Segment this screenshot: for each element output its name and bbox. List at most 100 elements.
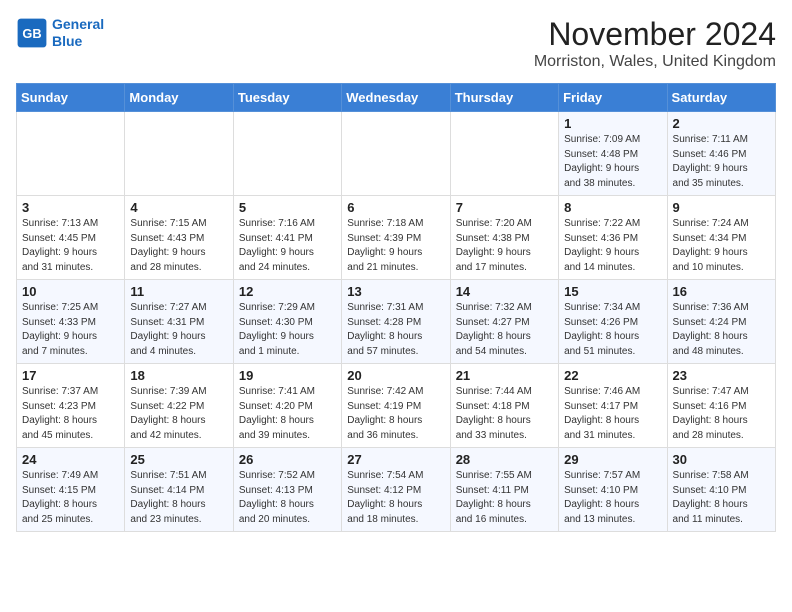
- logo-text: General Blue: [52, 16, 104, 50]
- calendar-cell: 17 Sunrise: 7:37 AM Sunset: 4:23 PM Dayli…: [17, 364, 125, 448]
- calendar-cell: 10 Sunrise: 7:25 AM Sunset: 4:33 PM Dayli…: [17, 280, 125, 364]
- calendar-week-row: 1Sunrise: 7:09 AM Sunset: 4:48 PM Daylig…: [17, 112, 776, 196]
- calendar-cell: 4 Sunrise: 7:15 AM Sunset: 4:43 PM Daylig…: [125, 196, 233, 280]
- calendar-week-row: 10 Sunrise: 7:25 AM Sunset: 4:33 PM Dayli…: [17, 280, 776, 364]
- day-number: 12: [239, 284, 336, 299]
- location-title: Morriston, Wales, United Kingdom: [534, 53, 776, 71]
- day-number: 23: [673, 368, 770, 383]
- calendar-cell: 1Sunrise: 7:09 AM Sunset: 4:48 PM Daylig…: [559, 112, 667, 196]
- calendar-cell: 12 Sunrise: 7:29 AM Sunset: 4:30 PM Dayli…: [233, 280, 341, 364]
- day-number: 6: [347, 200, 444, 215]
- header-row: SundayMondayTuesdayWednesdayThursdayFrid…: [17, 84, 776, 112]
- calendar-cell: [125, 112, 233, 196]
- day-number: 2: [673, 116, 770, 131]
- day-number: 16: [673, 284, 770, 299]
- calendar-cell: 24 Sunrise: 7:49 AM Sunset: 4:15 PM Dayli…: [17, 448, 125, 532]
- calendar-cell: 2Sunrise: 7:11 AM Sunset: 4:46 PM Daylig…: [667, 112, 775, 196]
- logo: GB General Blue: [16, 16, 104, 50]
- day-info: Sunrise: 7:22 AM Sunset: 4:36 PM Dayligh…: [564, 217, 661, 275]
- day-number: 29: [564, 452, 661, 467]
- day-info: Sunrise: 7:36 AM Sunset: 4:24 PM Dayligh…: [673, 301, 770, 359]
- day-info: Sunrise: 7:18 AM Sunset: 4:39 PM Dayligh…: [347, 217, 444, 275]
- weekday-header: Monday: [125, 84, 233, 112]
- day-number: 11: [130, 284, 227, 299]
- day-info: Sunrise: 7:13 AM Sunset: 4:45 PM Dayligh…: [22, 217, 119, 275]
- calendar-cell: 15Sunrise: 7:34 AM Sunset: 4:26 PM Dayli…: [559, 280, 667, 364]
- calendar-cell: 16 Sunrise: 7:36 AM Sunset: 4:24 PM Dayli…: [667, 280, 775, 364]
- day-number: 19: [239, 368, 336, 383]
- calendar-header: SundayMondayTuesdayWednesdayThursdayFrid…: [17, 84, 776, 112]
- day-number: 25: [130, 452, 227, 467]
- svg-text:GB: GB: [22, 26, 41, 41]
- calendar-cell: 9 Sunrise: 7:24 AM Sunset: 4:34 PM Daylig…: [667, 196, 775, 280]
- calendar-cell: 7 Sunrise: 7:20 AM Sunset: 4:38 PM Daylig…: [450, 196, 558, 280]
- day-number: 28: [456, 452, 553, 467]
- calendar-week-row: 17 Sunrise: 7:37 AM Sunset: 4:23 PM Dayli…: [17, 364, 776, 448]
- calendar-cell: 25 Sunrise: 7:51 AM Sunset: 4:14 PM Dayli…: [125, 448, 233, 532]
- calendar-cell: 18 Sunrise: 7:39 AM Sunset: 4:22 PM Dayli…: [125, 364, 233, 448]
- day-info: Sunrise: 7:31 AM Sunset: 4:28 PM Dayligh…: [347, 301, 444, 359]
- day-info: Sunrise: 7:58 AM Sunset: 4:10 PM Dayligh…: [673, 469, 770, 527]
- day-number: 10: [22, 284, 119, 299]
- day-info: Sunrise: 7:42 AM Sunset: 4:19 PM Dayligh…: [347, 385, 444, 443]
- calendar-cell: [233, 112, 341, 196]
- calendar-table: SundayMondayTuesdayWednesdayThursdayFrid…: [16, 83, 776, 532]
- day-number: 8: [564, 200, 661, 215]
- weekday-header: Sunday: [17, 84, 125, 112]
- day-info: Sunrise: 7:52 AM Sunset: 4:13 PM Dayligh…: [239, 469, 336, 527]
- calendar-week-row: 24 Sunrise: 7:49 AM Sunset: 4:15 PM Dayli…: [17, 448, 776, 532]
- calendar-cell: 26Sunrise: 7:52 AM Sunset: 4:13 PM Dayli…: [233, 448, 341, 532]
- day-info: Sunrise: 7:27 AM Sunset: 4:31 PM Dayligh…: [130, 301, 227, 359]
- weekday-header: Thursday: [450, 84, 558, 112]
- calendar-cell: 8 Sunrise: 7:22 AM Sunset: 4:36 PM Daylig…: [559, 196, 667, 280]
- day-number: 27: [347, 452, 444, 467]
- day-info: Sunrise: 7:57 AM Sunset: 4:10 PM Dayligh…: [564, 469, 661, 527]
- day-number: 21: [456, 368, 553, 383]
- day-number: 18: [130, 368, 227, 383]
- day-info: Sunrise: 7:49 AM Sunset: 4:15 PM Dayligh…: [22, 469, 119, 527]
- calendar-cell: 20 Sunrise: 7:42 AM Sunset: 4:19 PM Dayli…: [342, 364, 450, 448]
- day-info: Sunrise: 7:51 AM Sunset: 4:14 PM Dayligh…: [130, 469, 227, 527]
- calendar-cell: 13 Sunrise: 7:31 AM Sunset: 4:28 PM Dayli…: [342, 280, 450, 364]
- day-info: Sunrise: 7:55 AM Sunset: 4:11 PM Dayligh…: [456, 469, 553, 527]
- calendar-cell: 23 Sunrise: 7:47 AM Sunset: 4:16 PM Dayli…: [667, 364, 775, 448]
- day-info: Sunrise: 7:15 AM Sunset: 4:43 PM Dayligh…: [130, 217, 227, 275]
- day-info: Sunrise: 7:47 AM Sunset: 4:16 PM Dayligh…: [673, 385, 770, 443]
- calendar-cell: 3 Sunrise: 7:13 AM Sunset: 4:45 PM Daylig…: [17, 196, 125, 280]
- day-number: 24: [22, 452, 119, 467]
- page-header: GB General Blue November 2024 Morriston,…: [16, 16, 776, 71]
- day-info: Sunrise: 7:32 AM Sunset: 4:27 PM Dayligh…: [456, 301, 553, 359]
- day-info: Sunrise: 7:37 AM Sunset: 4:23 PM Dayligh…: [22, 385, 119, 443]
- calendar-week-row: 3 Sunrise: 7:13 AM Sunset: 4:45 PM Daylig…: [17, 196, 776, 280]
- calendar-cell: 11 Sunrise: 7:27 AM Sunset: 4:31 PM Dayli…: [125, 280, 233, 364]
- day-info: Sunrise: 7:29 AM Sunset: 4:30 PM Dayligh…: [239, 301, 336, 359]
- calendar-body: 1Sunrise: 7:09 AM Sunset: 4:48 PM Daylig…: [17, 112, 776, 532]
- day-number: 9: [673, 200, 770, 215]
- weekday-header: Wednesday: [342, 84, 450, 112]
- day-info: Sunrise: 7:16 AM Sunset: 4:41 PM Dayligh…: [239, 217, 336, 275]
- calendar-cell: [450, 112, 558, 196]
- day-info: Sunrise: 7:24 AM Sunset: 4:34 PM Dayligh…: [673, 217, 770, 275]
- day-info: Sunrise: 7:54 AM Sunset: 4:12 PM Dayligh…: [347, 469, 444, 527]
- calendar-cell: 21Sunrise: 7:44 AM Sunset: 4:18 PM Dayli…: [450, 364, 558, 448]
- calendar-cell: 6 Sunrise: 7:18 AM Sunset: 4:39 PM Daylig…: [342, 196, 450, 280]
- calendar-cell: [17, 112, 125, 196]
- calendar-cell: 30Sunrise: 7:58 AM Sunset: 4:10 PM Dayli…: [667, 448, 775, 532]
- day-number: 5: [239, 200, 336, 215]
- calendar-cell: 19 Sunrise: 7:41 AM Sunset: 4:20 PM Dayli…: [233, 364, 341, 448]
- day-info: Sunrise: 7:25 AM Sunset: 4:33 PM Dayligh…: [22, 301, 119, 359]
- calendar-cell: 5 Sunrise: 7:16 AM Sunset: 4:41 PM Daylig…: [233, 196, 341, 280]
- day-number: 7: [456, 200, 553, 215]
- day-info: Sunrise: 7:39 AM Sunset: 4:22 PM Dayligh…: [130, 385, 227, 443]
- logo-icon: GB: [16, 17, 48, 49]
- day-number: 13: [347, 284, 444, 299]
- day-info: Sunrise: 7:41 AM Sunset: 4:20 PM Dayligh…: [239, 385, 336, 443]
- day-number: 20: [347, 368, 444, 383]
- day-number: 3: [22, 200, 119, 215]
- title-block: November 2024 Morriston, Wales, United K…: [534, 16, 776, 71]
- day-number: 17: [22, 368, 119, 383]
- calendar-cell: [342, 112, 450, 196]
- day-number: 4: [130, 200, 227, 215]
- day-info: Sunrise: 7:20 AM Sunset: 4:38 PM Dayligh…: [456, 217, 553, 275]
- weekday-header: Saturday: [667, 84, 775, 112]
